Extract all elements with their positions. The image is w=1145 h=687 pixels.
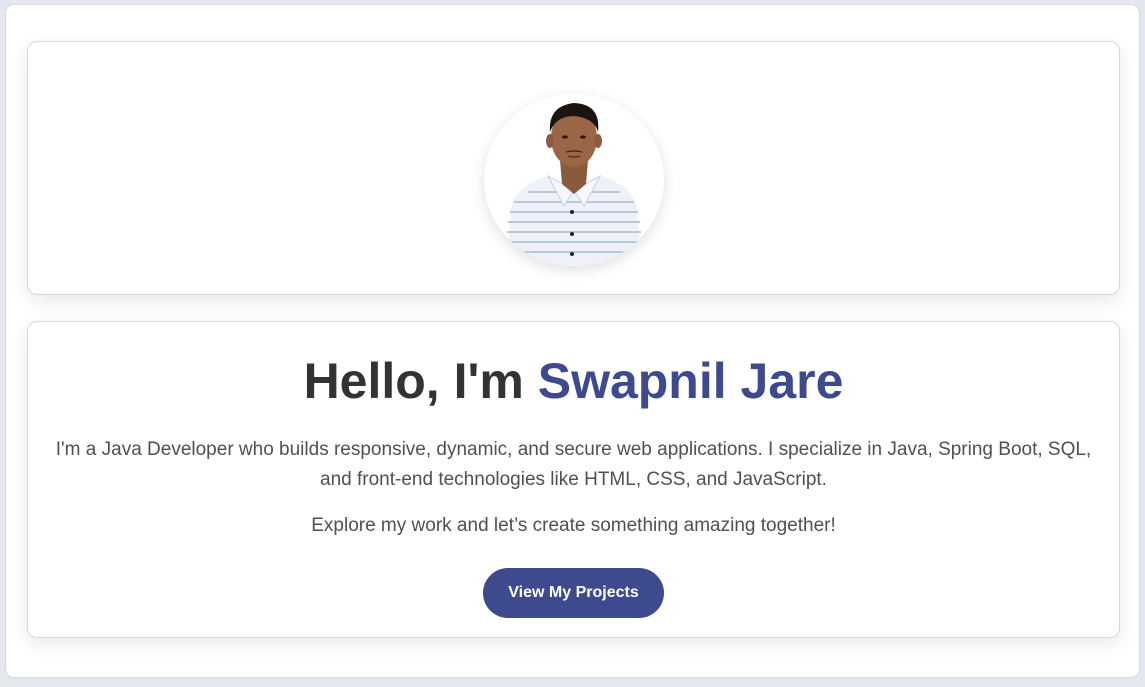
intro-tagline: Explore my work and let’s create somethi… <box>311 515 836 536</box>
view-projects-button[interactable]: View My Projects <box>483 568 664 618</box>
profile-photo <box>484 94 664 266</box>
intro-description: I'm a Java Developer who builds responsi… <box>55 439 1092 490</box>
page-container: Hello, I'm Swapnil Jare I'm a Java Devel… <box>5 4 1140 678</box>
profile-card <box>27 41 1120 295</box>
page-title: Hello, I'm Swapnil Jare <box>28 351 1119 411</box>
heading-prefix: Hello, I'm <box>303 353 538 409</box>
intro-card: Hello, I'm Swapnil Jare I'm a Java Devel… <box>27 321 1120 638</box>
developer-name: Swapnil Jare <box>537 353 844 409</box>
